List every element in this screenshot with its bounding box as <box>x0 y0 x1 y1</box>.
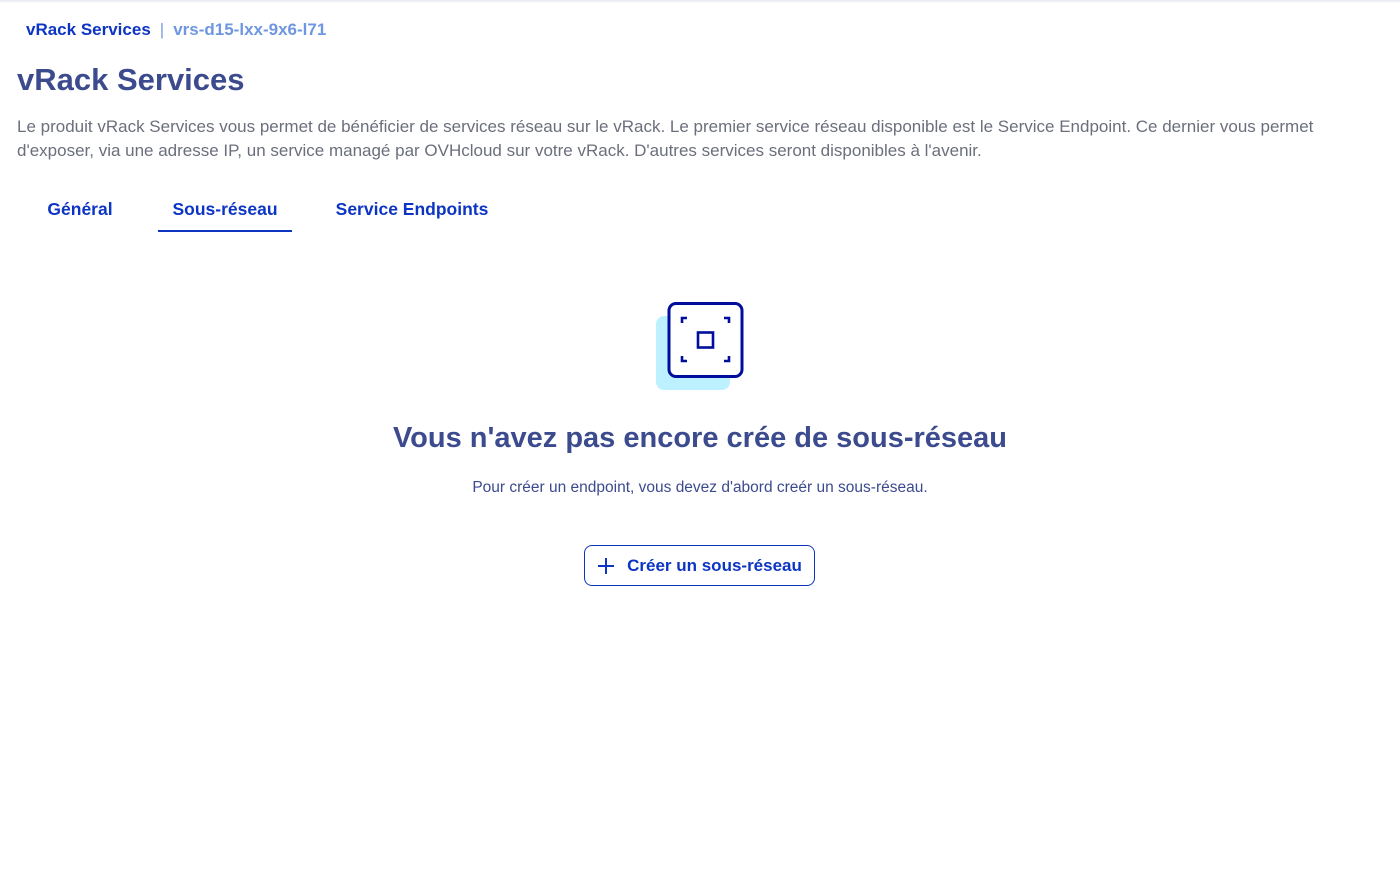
create-subnet-button[interactable]: Créer un sous-réseau <box>584 545 815 586</box>
tab-sous-reseau[interactable]: Sous-réseau <box>158 190 292 232</box>
breadcrumb-root-link[interactable]: vRack Services <box>26 19 151 41</box>
empty-state-subtitle: Pour créer un endpoint, vous devez d'abo… <box>472 479 928 496</box>
top-shadow <box>0 0 1400 3</box>
breadcrumb: vRack Services | vrs-d15-lxx-9x6-l71 <box>26 19 326 41</box>
page-title: vRack Services <box>17 62 245 97</box>
create-subnet-button-label: Créer un sous-réseau <box>627 555 802 575</box>
plus-icon <box>597 557 615 575</box>
empty-state-title: Vous n'avez pas encore crée de sous-rése… <box>392 422 1008 454</box>
tab-service-endpoints[interactable]: Service Endpoints <box>322 190 502 230</box>
tab-general[interactable]: Général <box>31 190 129 230</box>
breadcrumb-separator: | <box>159 20 165 39</box>
breadcrumb-current: vrs-d15-lxx-9x6-l71 <box>173 20 327 39</box>
focus-square-icon <box>655 302 745 392</box>
page-description: Le produit vRack Services vous permet de… <box>17 117 1314 160</box>
